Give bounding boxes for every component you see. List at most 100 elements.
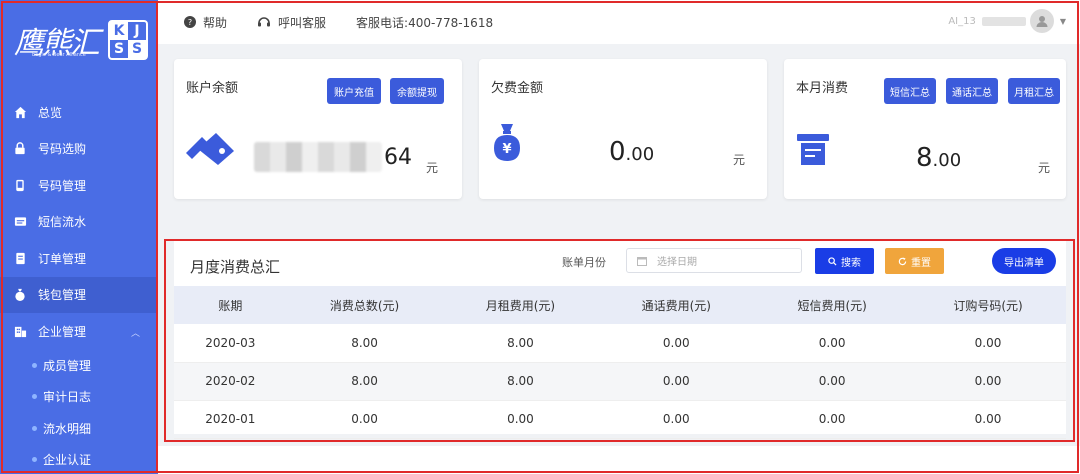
table-header-row: 账期 消费总数(元) 月租费用(元) 通话费用(元) 短信费用(元) 订购号码(… bbox=[174, 286, 1066, 324]
export-list-button[interactable]: 导出清单 bbox=[992, 248, 1056, 274]
monthly-summary-panel: 月度消费总汇 账单月份 选择日期 搜索 重置 导出清单 账期 消费总数(元) 月… bbox=[174, 240, 1066, 439]
recharge-button[interactable]: 账户充值 bbox=[327, 78, 381, 104]
sidebar-item-sms-flow[interactable]: 短信流水 bbox=[0, 204, 158, 241]
sidebar-item-label: 企业管理 bbox=[38, 324, 87, 339]
arrears-value-int: 0 bbox=[609, 137, 626, 167]
table-row: 2020-02 8.00 8.00 0.00 0.00 0.00 bbox=[174, 362, 1066, 401]
date-picker-input[interactable]: 选择日期 bbox=[626, 248, 802, 273]
table-cell: 2020-02 bbox=[174, 362, 287, 401]
sidebar-item-number-purchase[interactable]: 号码选购 bbox=[0, 131, 158, 168]
sidebar: 鹰熊汇 Eagle & Bear Alliance K J S S 总览 号码选… bbox=[0, 0, 158, 474]
bottom-content-strip bbox=[158, 446, 1080, 474]
arrears-unit: 元 bbox=[733, 153, 746, 167]
logo-badge-letter: J bbox=[134, 23, 140, 39]
withdraw-button[interactable]: 余额提现 bbox=[390, 78, 444, 104]
col-header: 通话费用(元) bbox=[598, 286, 755, 324]
sidebar-subitem-label: 流水明细 bbox=[43, 421, 92, 436]
table-cell: 0.00 bbox=[910, 324, 1066, 363]
col-header: 订购号码(元) bbox=[910, 286, 1066, 324]
sidebar-subitem-audit-log[interactable]: 审计日志 bbox=[0, 381, 158, 413]
sidebar-item-order-management[interactable]: 订单管理 bbox=[0, 240, 158, 277]
date-placeholder: 选择日期 bbox=[657, 257, 697, 268]
table-cell: 0.00 bbox=[754, 362, 911, 401]
col-header: 月租费用(元) bbox=[442, 286, 599, 324]
arrears-value-dec: .00 bbox=[625, 144, 655, 165]
document-icon bbox=[13, 251, 27, 265]
search-button[interactable]: 搜索 bbox=[815, 248, 874, 274]
sidebar-item-label: 短信流水 bbox=[38, 215, 87, 230]
arrears-title: 欠费金额 bbox=[491, 81, 544, 96]
table-cell: 0.00 bbox=[910, 362, 1066, 401]
monthly-title: 本月消费 bbox=[796, 81, 849, 96]
sidebar-item-wallet-management[interactable]: 钱包管理 bbox=[0, 276, 158, 313]
sidebar-subitem-label: 审计日志 bbox=[43, 390, 92, 405]
table-cell: 2020-03 bbox=[174, 324, 287, 363]
logo-badge-letter: S bbox=[128, 40, 146, 58]
wallet-icon bbox=[184, 131, 236, 168]
monthly-value: 8.00 bbox=[916, 143, 961, 173]
sidebar-subitem-enterprise-cert[interactable]: 企业认证 bbox=[0, 444, 158, 474]
sidebar-item-label: 订单管理 bbox=[38, 251, 87, 266]
logo-badge-letter: S bbox=[113, 41, 125, 57]
arrears-card: 欠费金额 ¥ 0.00 元 bbox=[479, 59, 767, 199]
col-header: 账期 bbox=[174, 286, 287, 324]
help-link[interactable]: ? 帮助 bbox=[184, 14, 227, 31]
table-cell: 0.00 bbox=[754, 324, 911, 363]
svg-text:¥: ¥ bbox=[502, 142, 511, 157]
bullet-icon bbox=[32, 457, 37, 463]
table-cell: 8.00 bbox=[286, 324, 443, 363]
monthly-value-dec: .00 bbox=[932, 150, 962, 171]
sidebar-item-label: 号码选购 bbox=[38, 142, 87, 157]
table-cell: 8.00 bbox=[286, 362, 443, 401]
sidebar-subitem-label: 成员管理 bbox=[43, 358, 92, 373]
sidebar-subitem-flow-detail[interactable]: 流水明细 bbox=[0, 413, 158, 445]
sidebar-item-label: 钱包管理 bbox=[38, 288, 87, 303]
home-icon bbox=[13, 105, 27, 119]
table-cell: 0.00 bbox=[286, 400, 443, 439]
table-cell: 2020-01 bbox=[174, 400, 287, 439]
balance-value: 64 bbox=[384, 145, 412, 170]
sidebar-item-number-management[interactable]: 号码管理 bbox=[0, 167, 158, 204]
user-menu[interactable]: AI_13 ▼ bbox=[948, 9, 1066, 33]
table-cell: 0.00 bbox=[598, 400, 755, 439]
reset-label: 重置 bbox=[911, 257, 931, 269]
sidebar-item-label: 号码管理 bbox=[38, 178, 87, 193]
help-icon: ? bbox=[184, 16, 196, 28]
chevron-up-icon[interactable]: ︿ bbox=[131, 326, 140, 339]
table-cell: 8.00 bbox=[442, 324, 599, 363]
sms-summary-button[interactable]: 短信汇总 bbox=[884, 78, 936, 104]
sidebar-menu: 总览 号码选购 号码管理 短信流水 订单管理 钱包管理 企业管理 ︿ 成员管理 … bbox=[0, 94, 158, 474]
sidebar-item-label: 总览 bbox=[38, 105, 63, 120]
bullet-icon bbox=[32, 362, 37, 368]
user-name-redacted bbox=[981, 16, 1026, 26]
table-cell: 0.00 bbox=[910, 400, 1066, 439]
table-cell: 0.00 bbox=[754, 400, 911, 439]
balance-card: 账户余额 账户充值 余额提现 64 元 bbox=[174, 59, 462, 199]
search-icon bbox=[828, 256, 837, 266]
bullet-icon bbox=[32, 394, 37, 400]
support-link[interactable]: 呼叫客服 bbox=[257, 14, 326, 31]
calendar-icon bbox=[637, 256, 647, 266]
avatar[interactable] bbox=[1029, 9, 1054, 33]
logo[interactable]: 鹰熊汇 Eagle & Bear Alliance K J S S bbox=[0, 0, 158, 80]
help-label: 帮助 bbox=[203, 15, 228, 30]
sidebar-subitem-members[interactable]: 成员管理 bbox=[0, 350, 158, 382]
sidebar-item-overview[interactable]: 总览 bbox=[0, 94, 158, 131]
table-cell: 0.00 bbox=[442, 400, 599, 439]
caret-down-icon[interactable]: ▼ bbox=[1060, 17, 1066, 26]
table-cell: 8.00 bbox=[442, 362, 599, 401]
table-cell: 0.00 bbox=[598, 362, 755, 401]
support-label: 呼叫客服 bbox=[278, 15, 327, 30]
reset-button[interactable]: 重置 bbox=[885, 248, 944, 274]
table-row: 2020-03 8.00 8.00 0.00 0.00 0.00 bbox=[174, 324, 1066, 363]
rent-summary-button[interactable]: 月租汇总 bbox=[1008, 78, 1060, 104]
table-row: 2020-01 0.00 0.00 0.00 0.00 0.00 bbox=[174, 400, 1066, 439]
monthly-card: 本月消费 短信汇总 通话汇总 月租汇总 8.00 元 bbox=[784, 59, 1066, 199]
printer-icon bbox=[796, 133, 830, 170]
balance-redacted bbox=[254, 142, 382, 172]
sidebar-item-enterprise-management[interactable]: 企业管理 ︿ bbox=[0, 313, 158, 350]
call-summary-button[interactable]: 通话汇总 bbox=[946, 78, 998, 104]
summary-table: 账期 消费总数(元) 月租费用(元) 通话费用(元) 短信费用(元) 订购号码(… bbox=[174, 286, 1066, 439]
sidebar-subitem-label: 企业认证 bbox=[43, 453, 92, 468]
message-icon bbox=[13, 215, 27, 229]
